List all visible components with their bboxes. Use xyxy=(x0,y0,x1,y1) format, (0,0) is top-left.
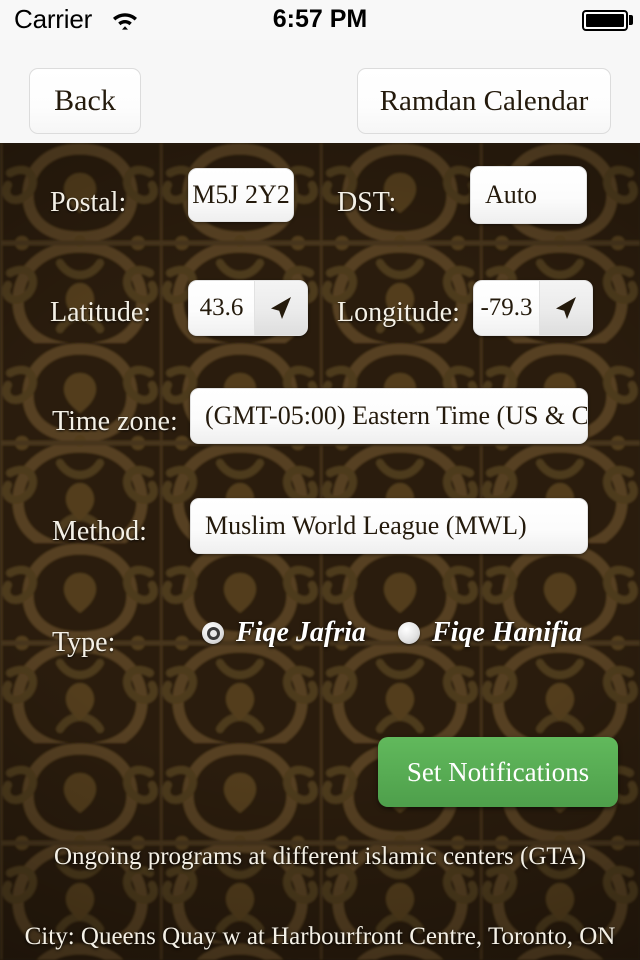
latitude-value: 43.6 xyxy=(199,294,244,321)
method-select[interactable]: Muslim World League (MWL) xyxy=(190,498,588,554)
navigation-arrow-icon xyxy=(271,297,291,319)
timezone-label: Time zone: xyxy=(52,406,178,437)
postal-input[interactable]: M5J 2Y2 xyxy=(188,168,294,222)
battery-icon xyxy=(582,10,628,31)
latitude-locate-button[interactable] xyxy=(254,280,308,336)
navigation-bar: Back Ramdan Calendar xyxy=(0,40,640,145)
footer-city-line: City: Queens Quay w at Harbourfront Cent… xyxy=(24,923,616,960)
latitude-input[interactable]: 43.6 xyxy=(188,280,254,336)
postal-label: Postal: xyxy=(50,187,127,218)
method-label: Method: xyxy=(52,516,147,547)
radio-option-fiqe-hanifia[interactable]: Fiqe Hanifia xyxy=(398,617,582,649)
dst-select[interactable]: Auto xyxy=(470,166,587,224)
battery-nub-icon xyxy=(629,15,633,25)
longitude-label: Longitude: xyxy=(337,297,460,328)
longitude-locate-button[interactable] xyxy=(539,280,593,336)
battery-level-fill xyxy=(586,14,624,27)
radio-unselected-icon xyxy=(398,622,420,644)
dst-label: DST: xyxy=(337,187,397,218)
app-screen: Carrier 6:57 PM Back Ramdan Calendar Pos… xyxy=(0,0,640,960)
radio-option-fiqe-jafria[interactable]: Fiqe Jafria xyxy=(202,617,366,649)
longitude-input[interactable]: -79.3 xyxy=(473,280,539,336)
longitude-value: -79.3 xyxy=(480,294,533,321)
dst-value: Auto xyxy=(485,180,537,209)
status-time: 6:57 PM xyxy=(272,5,368,33)
latitude-group: 43.6 xyxy=(188,280,308,336)
back-button[interactable]: Back xyxy=(29,68,141,134)
timezone-select[interactable]: (GMT-05:00) Eastern Time (US & Canada) xyxy=(190,388,588,444)
ramdan-calendar-button[interactable]: Ramdan Calendar xyxy=(357,68,611,134)
status-bar: Carrier 6:57 PM xyxy=(0,0,640,40)
type-label: Type: xyxy=(52,627,116,658)
radio-selected-icon xyxy=(202,622,224,644)
longitude-group: -79.3 xyxy=(473,280,593,336)
postal-value: M5J 2Y2 xyxy=(192,180,290,209)
method-value: Muslim World League (MWL) xyxy=(205,511,527,540)
radio-label-fiqe-hanifia: Fiqe Hanifia xyxy=(432,617,583,648)
timezone-value: (GMT-05:00) Eastern Time (US & Canada) xyxy=(205,401,587,430)
radio-label-fiqe-jafria: Fiqe Jafria xyxy=(236,617,366,648)
footer-heading: Ongoing programs at different islamic ce… xyxy=(53,843,587,870)
set-notifications-button[interactable]: Set Notifications xyxy=(378,737,618,807)
settings-content: Postal: M5J 2Y2 DST: Auto Latitude: 43.6… xyxy=(0,143,640,960)
navigation-arrow-icon xyxy=(556,297,576,319)
latitude-label: Latitude: xyxy=(50,297,152,328)
